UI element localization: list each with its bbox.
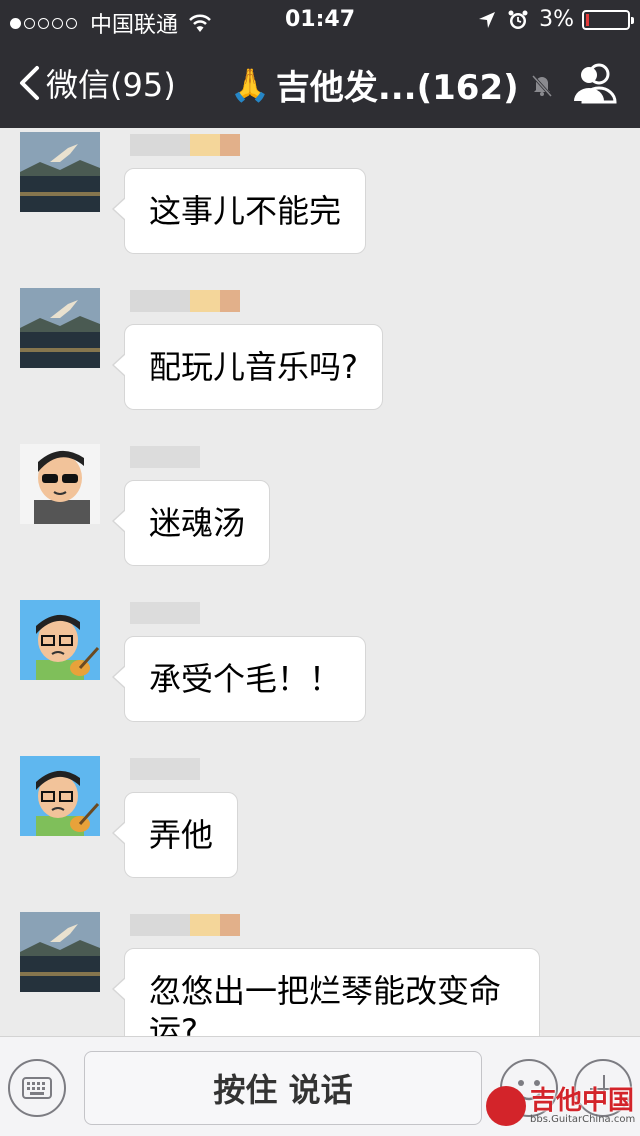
lake-photo-avatar-icon — [20, 912, 100, 992]
watermark-logo: 吉他中国 bbs.GuitarChina.com — [486, 1078, 636, 1134]
lake-photo-avatar-icon — [20, 288, 100, 368]
chat-title-text: 吉他发...(162) — [275, 68, 519, 108]
battery-icon — [582, 9, 634, 30]
avatar[interactable] — [20, 756, 100, 836]
avatar[interactable] — [20, 600, 100, 680]
alarm-icon — [508, 10, 528, 29]
chat-title: 🙏 吉他发...(162) — [230, 60, 555, 109]
message-list[interactable]: 这事儿不能完 配玩儿音乐吗? 迷魂汤 承受个毛！！ 弄他 忽悠出一把烂琴能改变命… — [0, 128, 640, 1036]
avatar[interactable] — [20, 912, 100, 992]
message-text: 配玩儿音乐吗? — [149, 348, 358, 386]
message-bubble[interactable]: 迷魂汤 — [111, 480, 271, 566]
praying-hands-icon: 🙏 — [230, 65, 270, 104]
sender-nickname-blurred — [130, 134, 250, 158]
message-text: 迷魂汤 — [149, 504, 246, 542]
avatar[interactable] — [20, 444, 100, 524]
message-bubble[interactable]: 弄他 — [111, 792, 239, 878]
message-bubble[interactable]: 承受个毛！！ — [111, 636, 367, 722]
keyboard-toggle-button[interactable] — [8, 1059, 66, 1117]
message-bubble[interactable]: 配玩儿音乐吗? — [112, 324, 383, 410]
status-bar: 中国联通 01:47 3% — [0, 0, 640, 40]
sender-nickname-blurred — [130, 446, 250, 470]
sender-nickname-blurred — [130, 290, 250, 314]
message-text: 弄他 — [149, 816, 214, 854]
group-info-button[interactable] — [572, 62, 618, 108]
mute-bell-icon — [531, 74, 552, 97]
sender-nickname-blurred — [130, 758, 250, 782]
watermark-text: 吉他中国 — [530, 1085, 635, 1116]
keyboard-icon — [22, 1077, 52, 1099]
location-icon — [479, 11, 496, 28]
cartoon-sunglasses-avatar-icon — [20, 444, 100, 524]
back-button[interactable]: 微信(95) — [18, 60, 176, 106]
battery-percent: 3% — [539, 7, 574, 32]
message-text: 承受个毛！！ — [149, 660, 342, 698]
cartoon-guitarist-avatar-icon — [20, 756, 100, 836]
message-text: 这事儿不能完 — [149, 192, 342, 230]
cartoon-guitarist-avatar-icon — [20, 600, 100, 680]
top-bar: 中国联通 01:47 3% 微信(95) 🙏 吉他发...(162) — [0, 0, 640, 128]
message-bubble[interactable]: 忽悠出一把烂琴能改变命运? — [112, 948, 540, 1036]
message-bubble[interactable]: 这事儿不能完 — [111, 168, 367, 254]
people-icon — [574, 63, 617, 104]
navigation-bar: 微信(95) 🙏 吉他发...(162) — [0, 40, 640, 128]
lake-photo-avatar-icon — [20, 132, 100, 212]
watermark-site: bbs.GuitarChina.com — [530, 1113, 636, 1125]
avatar[interactable] — [20, 288, 100, 368]
back-label: 微信(95) — [46, 66, 176, 104]
sender-nickname-blurred — [130, 914, 250, 938]
sender-nickname-blurred — [130, 602, 250, 626]
chevron-left-icon — [20, 66, 39, 100]
hold-to-talk-button[interactable]: 按住 说话 — [84, 1051, 482, 1125]
guitar-china-logo-icon — [486, 1086, 526, 1126]
avatar[interactable] — [20, 132, 100, 212]
message-text: 忽悠出一把烂琴能改变命运? — [149, 972, 502, 1036]
